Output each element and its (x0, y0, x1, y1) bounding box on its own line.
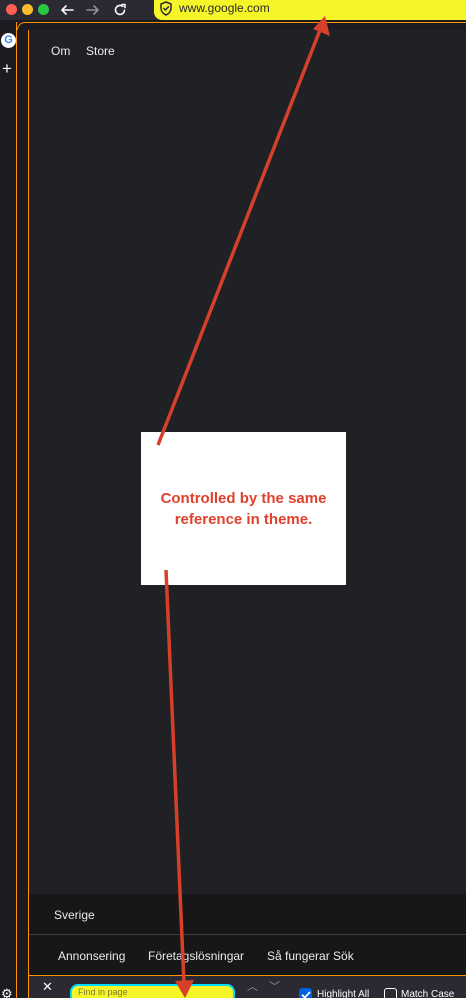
google-favicon-icon[interactable]: G (1, 33, 16, 48)
footer-links-bar: Annonsering Företagslösningar Så fungera… (29, 935, 466, 975)
highlight-all-label[interactable]: Highlight All (317, 989, 369, 998)
browser-toolbar: www.google.com (0, 0, 466, 20)
checkmark-icon (301, 991, 310, 998)
sidebar (0, 22, 17, 998)
link-om[interactable]: Om (51, 44, 70, 58)
chevron-down-icon[interactable]: ﹀ (269, 982, 280, 993)
footer-link-foretagslosningar[interactable]: Företagslösningar (148, 949, 244, 963)
footer-link-sa-fungerar-sok[interactable]: Så fungerar Sök (267, 949, 354, 963)
url-bar[interactable]: www.google.com (154, 0, 466, 20)
link-store[interactable]: Store (86, 44, 115, 58)
footer-link-annonsering[interactable]: Annonsering (58, 949, 125, 963)
url-text[interactable]: www.google.com (179, 1, 270, 15)
footer-country-bar: Sverige (29, 894, 466, 935)
reload-icon (114, 3, 126, 16)
maximize-window-icon[interactable] (38, 4, 49, 15)
favicon-letter: G (4, 34, 13, 46)
find-bar: ✕ ︿ ﹀ Highlight All Match Case (28, 975, 466, 998)
close-window-icon[interactable] (6, 4, 17, 15)
match-case-checkbox[interactable] (384, 988, 397, 998)
annotation-callout: Controlled by the same reference in them… (141, 432, 346, 585)
forward-button[interactable] (83, 0, 103, 20)
page-header: Om Store (29, 30, 466, 70)
close-icon[interactable]: ✕ (42, 980, 53, 993)
back-arrow-icon (61, 5, 74, 15)
annotation-text: Controlled by the same reference in them… (160, 489, 327, 528)
content-frame-border (17, 22, 466, 30)
settings-gear-icon[interactable]: ⚙ (1, 987, 13, 998)
reload-button[interactable] (110, 0, 130, 20)
back-button[interactable] (57, 0, 77, 20)
forward-arrow-icon (86, 5, 99, 15)
minimize-window-icon[interactable] (22, 4, 33, 15)
find-in-page-input[interactable] (70, 984, 235, 998)
highlight-all-checkbox[interactable] (299, 988, 312, 998)
chevron-up-icon[interactable]: ︿ (247, 982, 258, 993)
new-tab-plus-icon[interactable]: + (2, 60, 12, 77)
tracking-protection-shield-icon[interactable] (159, 1, 173, 16)
match-case-label[interactable]: Match Case (401, 989, 454, 998)
country-label: Sverige (54, 908, 95, 922)
